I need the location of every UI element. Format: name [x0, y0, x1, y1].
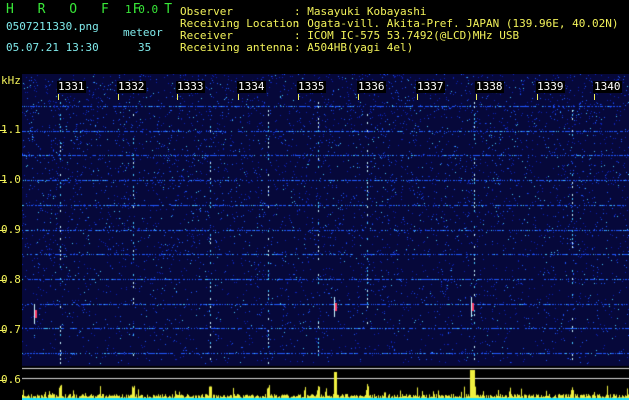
minute-tick	[476, 94, 477, 100]
minute-tick	[238, 94, 239, 100]
minute-label: 1339	[536, 80, 565, 93]
minute-tick	[358, 94, 359, 100]
minute-label: 1340	[593, 80, 622, 93]
minute-tick	[594, 94, 595, 100]
datetime-label: 05.07.21 13:30	[6, 41, 99, 54]
minute-label: 1335	[297, 80, 326, 93]
freq-tick-mark	[0, 380, 6, 381]
freq-tick-mark	[0, 230, 6, 231]
minute-label: 1336	[357, 80, 386, 93]
minute-tick	[298, 94, 299, 100]
minute-label: 1332	[117, 80, 146, 93]
minute-label: 1334	[237, 80, 266, 93]
filename-label: 0507211330.png	[6, 20, 99, 33]
minute-label: 1331	[57, 80, 86, 93]
minute-tick	[537, 94, 538, 100]
freq-tick-mark	[0, 180, 6, 181]
minute-tick	[58, 94, 59, 100]
antenna-value: : A504HB(yagi 4el)	[294, 41, 414, 54]
spectrogram-canvas	[22, 74, 629, 400]
minute-label: 1337	[416, 80, 445, 93]
minute-tick	[177, 94, 178, 100]
meteor-count: 35	[138, 41, 152, 54]
minute-label: 1338	[475, 80, 504, 93]
freq-tick-mark	[0, 330, 6, 331]
meteor-label: meteor	[123, 26, 163, 39]
minute-label: 1333	[176, 80, 205, 93]
freq-unit-label: kHz	[1, 74, 21, 87]
header-panel: H R O F F T 1.0.0 0507211330.png meteor …	[0, 0, 629, 74]
app-version: 1.0.0	[125, 3, 159, 16]
antenna-label: Receiving antenna	[180, 41, 293, 54]
minute-tick	[417, 94, 418, 100]
freq-tick-mark	[0, 130, 6, 131]
minute-tick	[118, 94, 119, 100]
freq-tick-mark	[0, 280, 6, 281]
